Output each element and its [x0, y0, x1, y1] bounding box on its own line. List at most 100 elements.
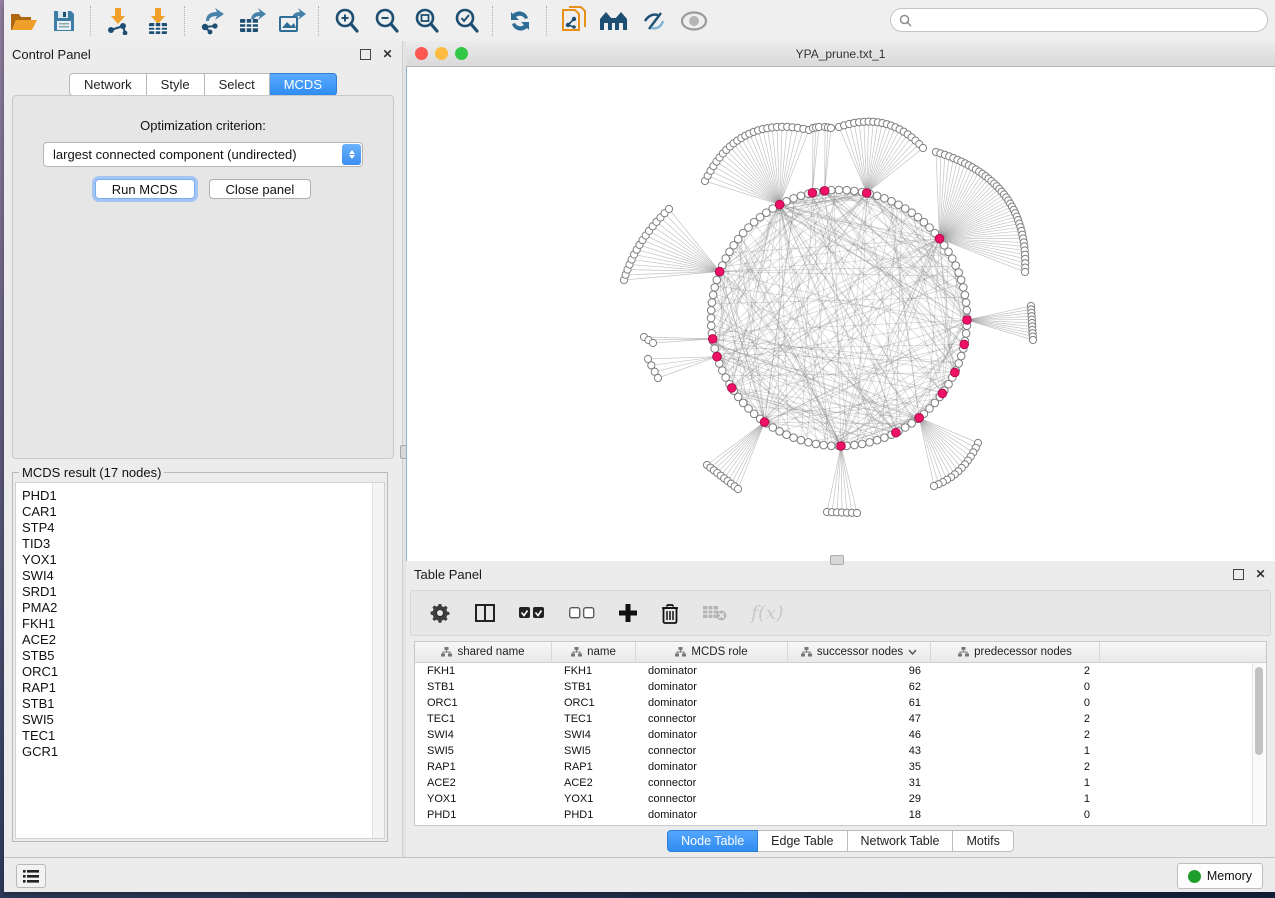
- run-mcds-button[interactable]: Run MCDS: [95, 179, 195, 199]
- first-neighbors-icon[interactable]: [599, 6, 629, 36]
- table-body: FKH1FKH1dominator962STB1STB1dominator620…: [415, 663, 1266, 823]
- add-column-icon[interactable]: [619, 600, 637, 626]
- mcds-result-group: MCDS result (17 nodes) PHD1CAR1STP4TID3Y…: [12, 465, 388, 842]
- show-graphics-eye-icon[interactable]: [679, 6, 709, 36]
- column-header-shared-name[interactable]: shared name: [415, 642, 552, 662]
- tab-network-table[interactable]: Network Table: [848, 830, 954, 852]
- zoom-in-icon[interactable]: [331, 6, 361, 36]
- mcds-result-item[interactable]: PHD1: [16, 488, 384, 504]
- mcds-result-item[interactable]: SWI5: [16, 712, 384, 728]
- tab-style[interactable]: Style: [147, 73, 205, 96]
- task-history-button[interactable]: [16, 864, 46, 888]
- mcds-list-scrollbar[interactable]: [372, 483, 384, 838]
- delete-column-icon[interactable]: [661, 600, 679, 626]
- memory-label: Memory: [1207, 869, 1252, 883]
- memory-button[interactable]: Memory: [1177, 863, 1263, 889]
- search-field[interactable]: [890, 8, 1268, 32]
- network-title: YPA_prune.txt_1: [796, 47, 886, 61]
- mcds-result-item[interactable]: ACE2: [16, 632, 384, 648]
- show-columns-icon[interactable]: [475, 600, 495, 626]
- column-header-name[interactable]: name: [552, 642, 636, 662]
- table-row[interactable]: SWI5SWI5connector431: [415, 743, 1266, 759]
- mcds-result-item[interactable]: SWI4: [16, 568, 384, 584]
- refresh-layout-icon[interactable]: [505, 6, 535, 36]
- select-all-checkboxes-icon[interactable]: [519, 600, 545, 626]
- mcds-result-item[interactable]: YOX1: [16, 552, 384, 568]
- table-scrollbar-thumb[interactable]: [1255, 667, 1263, 755]
- mcds-result-item[interactable]: STB1: [16, 696, 384, 712]
- table-row[interactable]: ACE2ACE2connector311: [415, 775, 1266, 791]
- tab-edge-table[interactable]: Edge Table: [758, 830, 847, 852]
- table-cell: ACE2: [415, 775, 552, 791]
- table-header-row: shared namenameMCDS rolesuccessor nodesp…: [415, 642, 1266, 663]
- float-panel-icon[interactable]: [359, 48, 372, 61]
- import-network-icon[interactable]: [103, 6, 133, 36]
- mcds-result-item[interactable]: GCR1: [16, 744, 384, 760]
- table-row[interactable]: ORC1ORC1dominator610: [415, 695, 1266, 711]
- zoom-window-icon[interactable]: [455, 47, 468, 60]
- mcds-result-item[interactable]: FKH1: [16, 616, 384, 632]
- mcds-result-item[interactable]: PMA2: [16, 600, 384, 616]
- hide-graphics-icon[interactable]: [639, 6, 669, 36]
- import-table-icon[interactable]: [143, 6, 173, 36]
- close-table-panel-icon[interactable]: ✕: [1254, 568, 1267, 581]
- table-cell: connector: [636, 775, 788, 791]
- deselect-all-checkboxes-icon[interactable]: [569, 600, 595, 626]
- network-window: YPA_prune.txt_1: [406, 41, 1275, 561]
- zoom-selected-icon[interactable]: [451, 6, 481, 36]
- table-row[interactable]: SWI4SWI4dominator462: [415, 727, 1266, 743]
- tab-network[interactable]: Network: [69, 73, 147, 96]
- export-table-icon[interactable]: [237, 6, 267, 36]
- column-header-successor-nodes[interactable]: successor nodes: [788, 642, 931, 662]
- close-window-icon[interactable]: [415, 47, 428, 60]
- zoom-out-icon[interactable]: [371, 6, 401, 36]
- open-file-icon[interactable]: [9, 6, 39, 36]
- search-input[interactable]: [917, 12, 1267, 28]
- mcds-result-item[interactable]: RAP1: [16, 680, 384, 696]
- clone-network-icon[interactable]: [559, 6, 589, 36]
- table-scrollbar[interactable]: [1252, 663, 1265, 824]
- table-cell: 0: [931, 807, 1100, 823]
- table-row[interactable]: RAP1RAP1dominator352: [415, 759, 1266, 775]
- table-cell: TEC1: [415, 711, 552, 727]
- table-cell: RAP1: [552, 759, 636, 775]
- mcds-result-item[interactable]: TEC1: [16, 728, 384, 744]
- table-row[interactable]: PHD1PHD1dominator180: [415, 807, 1266, 823]
- network-svg[interactable]: [407, 67, 1275, 561]
- export-network-icon[interactable]: [197, 6, 227, 36]
- network-canvas[interactable]: [406, 67, 1275, 561]
- column-header-predecessor-nodes[interactable]: predecessor nodes: [931, 642, 1100, 662]
- mcds-result-item[interactable]: STB5: [16, 648, 384, 664]
- table-settings-gear-icon[interactable]: [429, 600, 451, 626]
- tab-node-table[interactable]: Node Table: [667, 830, 758, 852]
- table-cell: RAP1: [415, 759, 552, 775]
- tab-select[interactable]: Select: [205, 73, 270, 96]
- minimize-window-icon[interactable]: [435, 47, 448, 60]
- table-cell: FKH1: [552, 663, 636, 679]
- mcds-result-item[interactable]: ORC1: [16, 664, 384, 680]
- close-panel-icon[interactable]: ✕: [381, 48, 394, 61]
- zoom-fit-icon[interactable]: [411, 6, 441, 36]
- table-row[interactable]: YOX1YOX1connector291: [415, 791, 1266, 807]
- tab-motifs[interactable]: Motifs: [953, 830, 1013, 852]
- list-icon: [23, 870, 39, 883]
- table-row[interactable]: TEC1TEC1connector472: [415, 711, 1266, 727]
- mcds-result-item[interactable]: TID3: [16, 536, 384, 552]
- network-title-bar[interactable]: YPA_prune.txt_1: [406, 41, 1275, 67]
- float-table-panel-icon[interactable]: [1232, 568, 1245, 581]
- table-cell: 2: [931, 759, 1100, 775]
- export-image-icon[interactable]: [277, 6, 307, 36]
- mcds-result-item[interactable]: STP4: [16, 520, 384, 536]
- column-header-MCDS-role[interactable]: MCDS role: [636, 642, 788, 662]
- sort-chevron-icon: [908, 649, 917, 655]
- criterion-dropdown[interactable]: largest connected component (undirected): [43, 142, 363, 167]
- horizontal-splitter-grip[interactable]: [830, 555, 844, 565]
- mcds-result-item[interactable]: SRD1: [16, 584, 384, 600]
- mcds-result-item[interactable]: CAR1: [16, 504, 384, 520]
- table-row[interactable]: FKH1FKH1dominator962: [415, 663, 1266, 679]
- close-panel-button[interactable]: Close panel: [209, 179, 312, 199]
- save-icon[interactable]: [49, 6, 79, 36]
- tab-mcds[interactable]: MCDS: [270, 73, 337, 96]
- table-row[interactable]: STB1STB1dominator620: [415, 679, 1266, 695]
- table-cell: STB1: [552, 679, 636, 695]
